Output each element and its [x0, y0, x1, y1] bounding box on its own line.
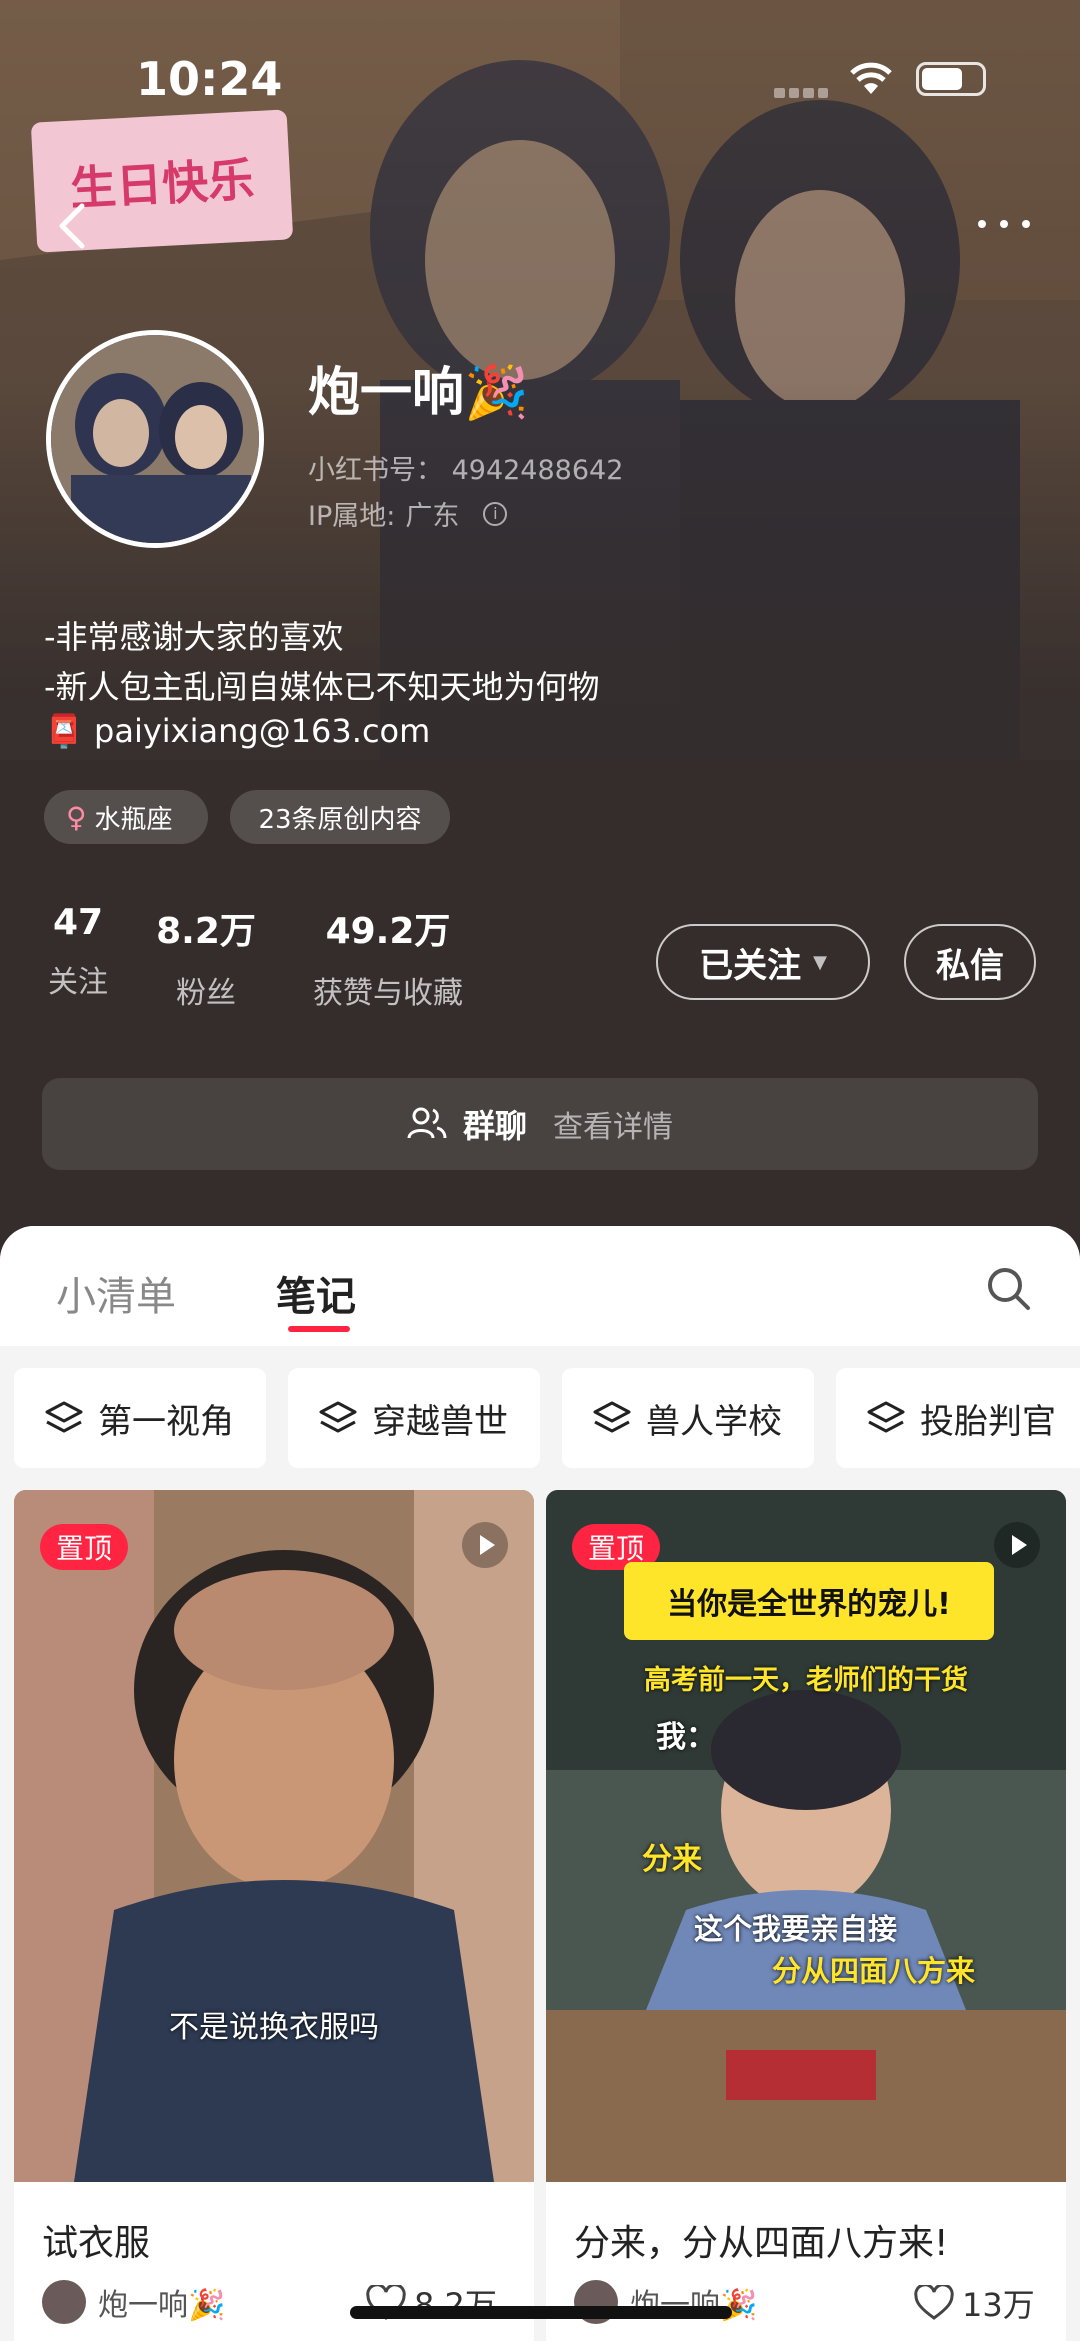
- user-id: 小红书号： 4942488642: [308, 448, 623, 487]
- note-title: 试衣服: [42, 2223, 151, 2264]
- layers-icon: [45, 1401, 83, 1433]
- stat-likes-collects[interactable]: 49.2万 获赞与收藏: [300, 902, 476, 1012]
- collection-chip[interactable]: 第一视角: [14, 1368, 266, 1468]
- play-icon: [994, 1522, 1040, 1568]
- user-id-value: 4942488642: [451, 455, 624, 486]
- message-button-label: 私信: [936, 945, 1004, 986]
- pinned-badge: 置顶: [40, 1524, 129, 1570]
- search-icon[interactable]: [984, 1264, 1034, 1314]
- bio-line-3: 📮 paiyixiang@163.com: [44, 712, 431, 750]
- bio-line-2: -新人包主乱闯自媒体已不知天地为何物: [44, 668, 600, 706]
- note-author-name: 炮一响🎉: [98, 2288, 226, 2323]
- tab-active-indicator: [288, 1326, 350, 1332]
- collection-row: 第一视角 穿越兽世 兽人学校 投胎判官: [0, 1368, 1080, 1468]
- collection-chip[interactable]: 投胎判官: [836, 1368, 1080, 1468]
- profile-header: 生日快乐 10:24 炮一响🎉 小红书号： 4942488642 IP属地: 广…: [0, 0, 1080, 1260]
- follow-button[interactable]: 已关注 ▼: [656, 924, 870, 1000]
- note-card[interactable]: 置顶 当你是全世界的宠儿! 高考前一天，老师们的干货 我： 分来 这个我要亲自接…: [546, 1490, 1066, 2341]
- content-sheet: 小清单 笔记 第一视角 穿越兽世 兽人学校 投胎判官 置顶 不是说换衣服吗 试衣…: [0, 1226, 1080, 2341]
- layers-icon: [319, 1401, 357, 1433]
- tab-notes[interactable]: 笔记: [276, 1264, 356, 1322]
- tab-list[interactable]: 小清单: [56, 1264, 176, 1322]
- ip-value: 广东: [405, 501, 460, 532]
- note-cover[interactable]: 置顶 当你是全世界的宠儿! 高考前一天，老师们的干货 我： 分来 这个我要亲自接…: [546, 1490, 1066, 2182]
- collection-chip[interactable]: 穿越兽世: [288, 1368, 540, 1468]
- layers-icon: [593, 1401, 631, 1433]
- tag-original-count-label: 23条原创内容: [258, 804, 422, 835]
- battery-icon: [916, 62, 986, 96]
- stat-likes-num: 49.2万: [325, 911, 451, 952]
- info-icon[interactable]: i: [483, 501, 508, 526]
- stat-followers[interactable]: 8.2万 粉丝: [146, 902, 266, 1012]
- ip-label: IP属地:: [308, 501, 396, 532]
- note-likes[interactable]: 13万: [914, 2280, 1035, 2326]
- wifi-icon: [850, 62, 892, 94]
- female-icon: ♀: [66, 800, 87, 834]
- stat-following-label: 关注: [48, 965, 108, 1000]
- tag-original-count[interactable]: 23条原创内容: [230, 790, 450, 844]
- group-chat-detail: 查看详情: [553, 1110, 673, 1145]
- caret-down-icon: ▼: [813, 951, 827, 973]
- author-avatar: [42, 2280, 86, 2324]
- overlay-fen-lai: 分来: [642, 1842, 702, 1877]
- note-caption: 不是说换衣服吗: [169, 2010, 379, 2045]
- tag-zodiac[interactable]: ♀ 水瓶座: [44, 790, 208, 844]
- collection-chip[interactable]: 兽人学校: [562, 1368, 814, 1468]
- stat-following[interactable]: 47 关注: [40, 902, 116, 1001]
- group-chat-label: 群聊: [462, 1107, 527, 1145]
- layers-icon: [867, 1401, 905, 1433]
- ip-location: IP属地: 广东 i: [308, 494, 508, 533]
- follow-button-label: 已关注: [699, 945, 802, 986]
- home-indicator[interactable]: [350, 2306, 732, 2319]
- collection-chip-label: 投胎判官: [920, 1401, 1056, 1442]
- bio-line-1: -非常感谢大家的喜欢: [44, 618, 344, 656]
- tab-bar: 小清单 笔记: [0, 1226, 1080, 1346]
- avatar[interactable]: [46, 330, 264, 548]
- stat-likes-label: 获赞与收藏: [313, 976, 463, 1011]
- overlay-subtitle: 高考前一天，老师们的干货: [644, 1665, 968, 1696]
- more-options-icon[interactable]: [972, 204, 1036, 244]
- tag-zodiac-label: 水瓶座: [94, 804, 173, 835]
- note-author[interactable]: 炮一响🎉: [42, 2280, 225, 2324]
- play-icon: [462, 1522, 508, 1568]
- stat-followers-num: 8.2万: [156, 911, 256, 952]
- note-title: 分来，分从四面八方来!: [574, 2223, 949, 2264]
- note-likes[interactable]: 8.2万: [366, 2280, 497, 2326]
- cellular-icon: [774, 88, 828, 98]
- overlay-line-1: 这个我要亲自接: [694, 1912, 898, 1946]
- stat-followers-label: 粉丝: [176, 976, 236, 1011]
- status-time: 10:24: [136, 52, 283, 106]
- overlay-line-2: 分从四面八方来: [772, 1954, 976, 1988]
- stat-following-num: 47: [52, 902, 104, 943]
- note-likes-count: 8.2万: [414, 2286, 497, 2324]
- group-chat-bar[interactable]: 群聊 查看详情: [42, 1078, 1038, 1170]
- collection-chip-label: 穿越兽世: [372, 1401, 508, 1442]
- note-cover[interactable]: 置顶 不是说换衣服吗: [14, 1490, 534, 2182]
- nickname: 炮一响🎉: [308, 363, 529, 423]
- user-id-label: 小红书号：: [308, 455, 443, 486]
- message-button[interactable]: 私信: [904, 924, 1036, 1000]
- back-icon[interactable]: [44, 196, 104, 256]
- collection-chip-label: 第一视角: [98, 1401, 234, 1442]
- group-icon: [407, 1107, 447, 1139]
- note-cover-art: [14, 1490, 534, 2182]
- note-card[interactable]: 置顶 不是说换衣服吗 试衣服 炮一响🎉 8.2万: [14, 1490, 534, 2341]
- heart-icon: [914, 2285, 954, 2320]
- overlay-banner: 当你是全世界的宠儿!: [624, 1562, 994, 1640]
- collection-chip-label: 兽人学校: [646, 1401, 782, 1442]
- overlay-me: 我：: [656, 1720, 716, 1755]
- note-likes-count: 13万: [962, 2286, 1035, 2324]
- overlay-banner-text: 当你是全世界的宠儿!: [667, 1587, 951, 1622]
